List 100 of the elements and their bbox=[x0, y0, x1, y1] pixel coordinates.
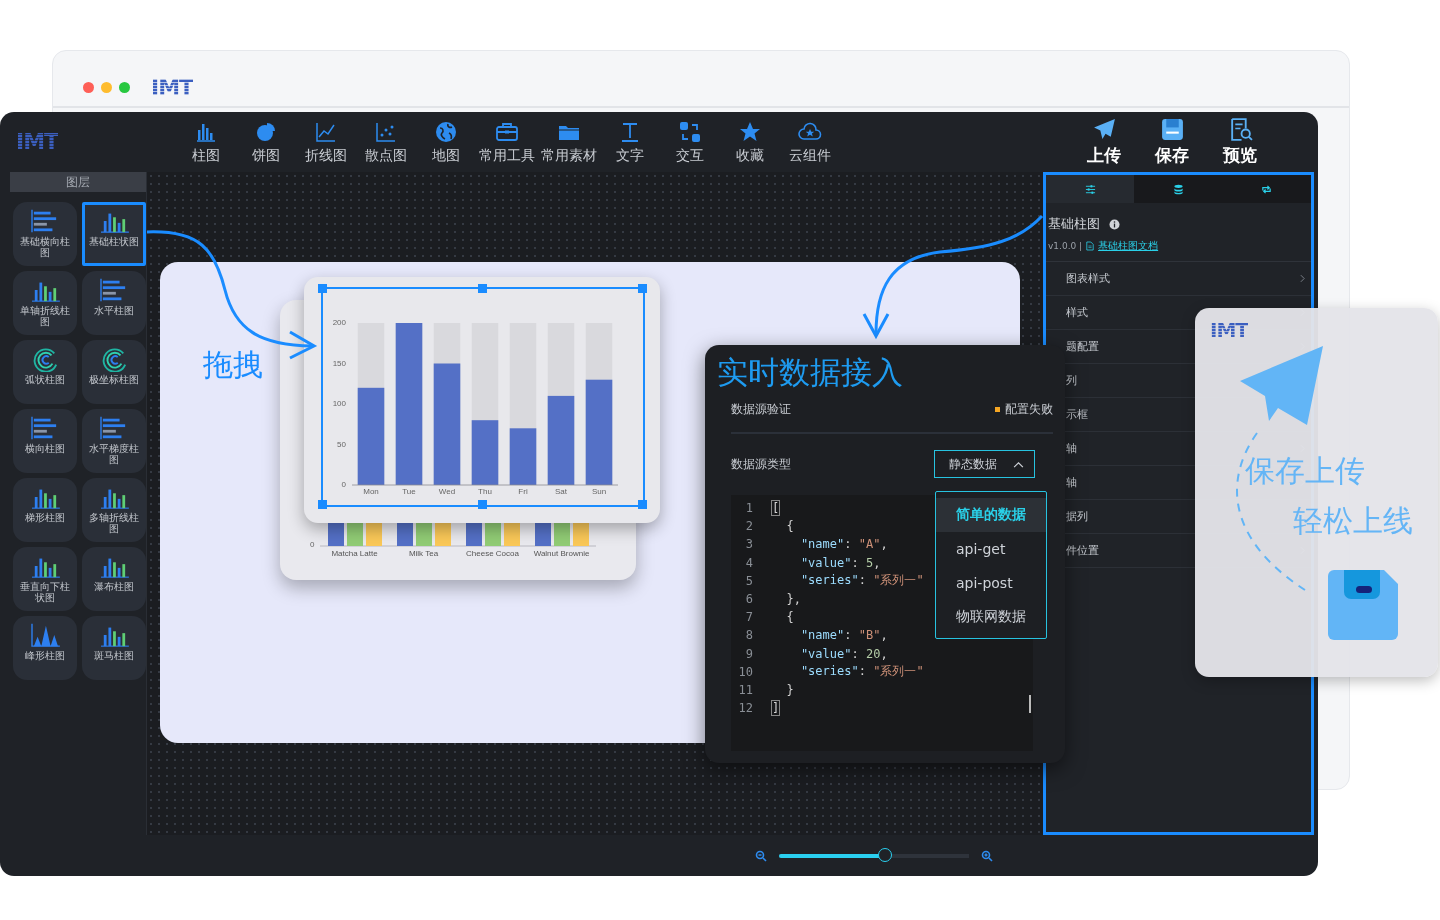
toolbar-button[interactable]: 地图 bbox=[417, 119, 475, 165]
component-tile[interactable]: 基础横向柱图 bbox=[13, 202, 77, 266]
axis-label: 50 bbox=[337, 439, 346, 449]
axis-label: Sun bbox=[591, 487, 607, 496]
drag-label: 拖拽 bbox=[203, 346, 263, 384]
line-number: 9 bbox=[744, 646, 754, 661]
component-title: 基础柱图 bbox=[1048, 215, 1100, 233]
code-line: "value": 20, bbox=[799, 646, 888, 661]
component-tile[interactable]: 横向柱图 bbox=[13, 409, 77, 473]
bar bbox=[504, 522, 520, 546]
selection-frame[interactable] bbox=[321, 287, 645, 507]
refresh-icon bbox=[1261, 183, 1273, 195]
action-button[interactable]: 上传 bbox=[1074, 117, 1134, 167]
line-number: 1 bbox=[744, 501, 754, 516]
logo: IMT bbox=[1210, 320, 1248, 340]
component-tile[interactable]: 弧状柱图 bbox=[13, 340, 77, 404]
axis-label: 100 bbox=[332, 399, 346, 408]
sidebar-title: 图层 bbox=[10, 172, 146, 192]
minimize-dot[interactable] bbox=[101, 82, 112, 93]
axis-label: Walnut Brownie bbox=[532, 549, 591, 558]
peak-chart-icon bbox=[28, 622, 62, 648]
scrollbar[interactable] bbox=[1029, 695, 1031, 713]
settings-row[interactable]: 图表样式 bbox=[1046, 262, 1311, 296]
bar bbox=[485, 522, 501, 546]
dropdown-option[interactable]: 简单的数据 bbox=[936, 498, 1046, 532]
toolbar-button[interactable]: 柱图 bbox=[177, 119, 235, 165]
document-icon bbox=[1086, 241, 1095, 251]
line-number: 10 bbox=[737, 664, 754, 679]
documentation-link[interactable]: 基础柱图文档 bbox=[1098, 239, 1159, 253]
line-number: 6 bbox=[744, 592, 754, 607]
bar bbox=[347, 522, 363, 546]
axis-label: Wed bbox=[438, 487, 456, 496]
field-label: 数据源类型 bbox=[731, 455, 791, 473]
component-tile[interactable]: 多轴折线柱图 bbox=[82, 478, 146, 542]
database-icon bbox=[1173, 183, 1184, 195]
component-tile[interactable]: 峰形柱图 bbox=[13, 616, 77, 680]
toolbar-button[interactable]: 云组件 bbox=[781, 119, 839, 165]
component-tile[interactable]: 极坐标柱图 bbox=[82, 340, 146, 404]
bar bbox=[535, 522, 551, 546]
sliders-tab[interactable] bbox=[1046, 175, 1135, 203]
component-tile[interactable]: 基础柱状图 bbox=[82, 202, 146, 266]
bar bbox=[573, 522, 589, 546]
line-number: 12 bbox=[737, 701, 754, 716]
bar bbox=[509, 428, 537, 485]
toolbar-button[interactable]: 散点图 bbox=[357, 119, 415, 165]
code-line: }, bbox=[785, 592, 801, 607]
paper-plane-icon bbox=[1091, 117, 1117, 142]
zoom-in-icon[interactable] bbox=[981, 849, 993, 862]
bar bbox=[466, 522, 482, 546]
source-select[interactable]: 静态数据 bbox=[934, 450, 1035, 478]
close-dot[interactable] bbox=[83, 82, 94, 93]
code-line: "value": 5, bbox=[799, 555, 881, 570]
axis-label: Matcha Latte bbox=[330, 549, 379, 558]
axis-label: 0 bbox=[341, 480, 346, 489]
component-tile[interactable]: 梯形柱图 bbox=[13, 478, 77, 542]
toolbar-button[interactable]: 文字 bbox=[601, 119, 659, 165]
line-number: 7 bbox=[744, 610, 754, 625]
sliders-icon bbox=[1084, 183, 1096, 195]
component-tile[interactable]: 水平梯度柱图 bbox=[82, 409, 146, 473]
paper-plane-icon bbox=[1240, 346, 1323, 425]
action-button[interactable]: 保存 bbox=[1142, 117, 1202, 167]
version-text: v1.0.0 | bbox=[1048, 241, 1083, 251]
bar bbox=[366, 522, 382, 546]
bar bbox=[471, 420, 499, 485]
axis-label: Thu bbox=[478, 487, 492, 496]
code-line: [ bbox=[772, 501, 780, 516]
toolbar-button[interactable]: 常用素材 bbox=[539, 119, 599, 165]
axis-label: 200 bbox=[332, 318, 346, 327]
code-line: "series": "系列一" bbox=[799, 572, 924, 590]
code-line: ] bbox=[772, 701, 780, 716]
bar bbox=[435, 522, 451, 546]
globe-icon bbox=[434, 119, 458, 144]
line-number: 4 bbox=[744, 555, 754, 570]
line-number: 3 bbox=[744, 537, 754, 552]
code-line: "series": "系列一" bbox=[799, 663, 924, 681]
component-tile[interactable]: 垂直向下柱状图 bbox=[13, 547, 77, 611]
component-tile[interactable]: 单轴折线柱图 bbox=[13, 271, 77, 335]
toolbar-button[interactable]: 折线图 bbox=[297, 119, 355, 165]
axis-label: 0 bbox=[310, 540, 315, 549]
bar bbox=[416, 522, 432, 546]
toolbar-button[interactable]: 交互 bbox=[661, 119, 719, 165]
toolbar-button[interactable]: 饼图 bbox=[237, 119, 295, 165]
bar bbox=[554, 522, 570, 546]
component-tile[interactable]: 瀑布柱图 bbox=[82, 547, 146, 611]
info-icon[interactable] bbox=[1109, 218, 1120, 230]
dialog-title: 实时数据接入 bbox=[716, 353, 904, 392]
code-line: { bbox=[785, 519, 794, 534]
line-number: 8 bbox=[744, 628, 754, 643]
maximize-dot[interactable] bbox=[119, 82, 130, 93]
toolbar-button[interactable]: 常用工具 bbox=[477, 119, 537, 165]
code-line: { bbox=[785, 610, 794, 625]
component-tile[interactable]: 水平柱图 bbox=[82, 271, 146, 335]
slider-thumb[interactable] bbox=[878, 848, 893, 862]
toolbar-button[interactable]: 收藏 bbox=[721, 119, 779, 165]
zoom-out-icon[interactable] bbox=[755, 849, 767, 862]
action-button[interactable]: 预览 bbox=[1210, 117, 1270, 167]
axis-label: Mon bbox=[363, 487, 379, 496]
component-tile[interactable]: 斑马柱图 bbox=[82, 616, 146, 680]
line-number: 11 bbox=[737, 682, 754, 697]
caret-icon bbox=[1013, 460, 1024, 468]
